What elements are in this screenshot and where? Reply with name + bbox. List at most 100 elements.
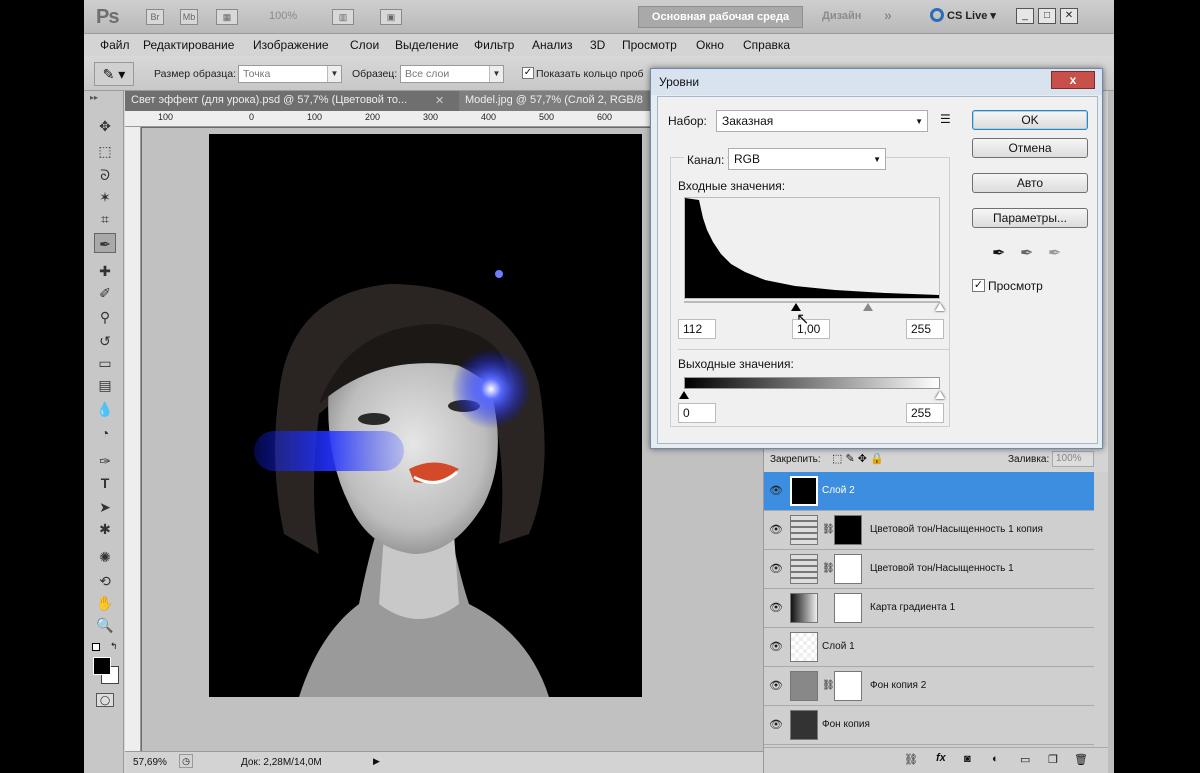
menu-select[interactable]: Выделение <box>395 38 459 52</box>
fill-input[interactable]: 100% <box>1052 451 1094 467</box>
menu-window[interactable]: Окно <box>696 38 724 52</box>
add-mask-icon[interactable]: ◙ <box>964 753 971 765</box>
output-white-slider[interactable] <box>935 391 945 399</box>
preview-checkbox[interactable]: ✓ <box>972 279 985 292</box>
link-layers-icon[interactable]: ⛓ <box>904 753 918 766</box>
visibility-eye-icon[interactable]: 👁 <box>768 640 784 654</box>
lasso-tool-icon[interactable]: ᘐ <box>94 165 116 185</box>
menu-view[interactable]: Просмотр <box>622 38 677 52</box>
input-black-field[interactable]: 112 <box>678 319 716 339</box>
preset-select[interactable]: Заказная ▼ <box>716 110 928 132</box>
white-point-eyedropper-icon[interactable]: ✒ <box>1048 243 1061 263</box>
screen-mode-icon[interactable]: ▣ <box>380 9 402 25</box>
group-icon[interactable]: ▭ <box>1020 753 1030 766</box>
collapse-icon[interactable]: ▸▸ <box>90 93 98 102</box>
layer-row[interactable]: 👁 Карта градиента 1 <box>764 589 1094 628</box>
input-gamma-slider[interactable] <box>863 303 873 311</box>
status-zoom[interactable]: 57,69% <box>133 757 167 768</box>
default-colors-icon[interactable] <box>92 643 100 651</box>
healing-brush-tool-icon[interactable]: ✚ <box>94 261 116 281</box>
sample-select[interactable]: Все слои ▼ <box>400 65 504 83</box>
layer-row[interactable]: 👁 ⛓ Фон копия 2 <box>764 667 1094 706</box>
brush-tool-icon[interactable]: ✐ <box>94 283 116 303</box>
menu-help[interactable]: Справка <box>743 38 790 52</box>
eyedropper-tool-icon[interactable]: ✒ <box>94 233 116 253</box>
options-button[interactable]: Параметры... <box>972 208 1088 228</box>
preset-options-icon[interactable]: ☰ <box>940 112 951 126</box>
show-ring-checkbox[interactable]: ✓ <box>522 67 534 79</box>
foreground-color-swatch[interactable] <box>93 657 111 675</box>
stamp-tool-icon[interactable]: ⚲ <box>94 307 116 327</box>
history-brush-tool-icon[interactable]: ↺ <box>94 331 116 351</box>
eyedropper-preset-icon[interactable]: ✎ ▾ <box>94 62 134 86</box>
dodge-tool-icon[interactable]: ◔ <box>94 423 116 443</box>
input-white-field[interactable]: 255 <box>906 319 944 339</box>
magic-wand-tool-icon[interactable]: ✶ <box>94 187 116 207</box>
input-slider-track[interactable] <box>684 301 940 303</box>
3d-orbit-tool-icon[interactable]: ⟲ <box>94 571 116 591</box>
arrange-icon[interactable]: ▥ <box>332 9 354 25</box>
menu-edit[interactable]: Редактирование <box>143 38 234 52</box>
ok-button[interactable]: OK <box>972 110 1088 130</box>
eraser-tool-icon[interactable]: ▭ <box>94 353 116 373</box>
layer-row[interactable]: 👁 ⛓ Цветовой тон/Насыщенность 1 копия <box>764 511 1094 550</box>
gradient-tool-icon[interactable]: ▤ <box>94 375 116 395</box>
3d-rotate-tool-icon[interactable]: ✺ <box>94 547 116 567</box>
move-tool-icon[interactable]: ✥ <box>94 116 116 136</box>
mini-bridge-icon[interactable]: Mb <box>180 9 198 25</box>
gray-point-eyedropper-icon[interactable]: ✒ <box>1020 243 1033 263</box>
visibility-eye-icon[interactable]: 👁 <box>768 562 784 576</box>
visibility-eye-icon[interactable]: 👁 <box>768 718 784 732</box>
channel-select[interactable]: RGB ▼ <box>728 148 886 170</box>
visibility-eye-icon[interactable]: 👁 <box>768 484 784 498</box>
visibility-eye-icon[interactable]: 👁 <box>768 601 784 615</box>
view-extras-icon[interactable]: ▦ <box>216 9 238 25</box>
maximize-button[interactable]: □ <box>1038 8 1056 24</box>
status-arrow-icon[interactable]: ▶ <box>373 756 380 767</box>
layer-row[interactable]: 👁 Слой 1 <box>764 628 1094 667</box>
canvas-image[interactable] <box>209 134 642 697</box>
new-layer-icon[interactable]: ❐ <box>1048 753 1058 766</box>
minimize-button[interactable]: _ <box>1016 8 1034 24</box>
quick-mask-icon[interactable]: ◯ <box>96 693 114 707</box>
layer-row[interactable]: 👁 Слой 2 <box>764 472 1094 511</box>
visibility-eye-icon[interactable]: 👁 <box>768 523 784 537</box>
auto-button[interactable]: Авто <box>972 173 1088 193</box>
menu-3d[interactable]: 3D <box>590 38 605 52</box>
blur-tool-icon[interactable]: 💧 <box>94 399 116 419</box>
layer-row[interactable]: 👁 ⛓ Цветовой тон/Насыщенность 1 <box>764 550 1094 589</box>
adjustment-layer-icon[interactable]: ◐ <box>992 753 999 765</box>
bridge-icon[interactable]: Br <box>146 9 164 25</box>
path-selection-tool-icon[interactable]: ➤ <box>94 497 116 517</box>
pen-tool-icon[interactable]: ✑ <box>94 451 116 471</box>
swap-colors-icon[interactable]: ↰ <box>110 641 118 652</box>
output-white-field[interactable]: 255 <box>906 403 944 423</box>
crop-tool-icon[interactable]: ⌗ <box>94 209 116 229</box>
workspace-button[interactable]: Основная рабочая среда <box>638 6 803 28</box>
black-point-eyedropper-icon[interactable]: ✒ <box>992 243 1005 263</box>
panel-scrollbar[interactable] <box>1108 91 1114 773</box>
shape-tool-icon[interactable]: ✱ <box>94 519 116 539</box>
zoom-level[interactable]: 100% <box>269 10 297 22</box>
tab-close-icon[interactable]: ✕ <box>435 94 444 107</box>
lock-icons[interactable]: ⬚ ✎ ✥ 🔒 <box>832 452 884 465</box>
menu-filter[interactable]: Фильтр <box>474 38 514 52</box>
menu-layers[interactable]: Слои <box>350 38 379 52</box>
workspace-design[interactable]: Дизайн <box>822 10 861 22</box>
visibility-eye-icon[interactable]: 👁 <box>768 679 784 693</box>
layer-row[interactable]: 👁 Фон копия <box>764 706 1094 745</box>
workspace-more[interactable]: » <box>884 7 892 23</box>
close-window-button[interactable]: ✕ <box>1060 8 1078 24</box>
menu-analysis[interactable]: Анализ <box>532 38 573 52</box>
status-icon[interactable]: ◷ <box>179 754 193 768</box>
type-tool-icon[interactable]: T <box>94 473 116 493</box>
output-black-slider[interactable] <box>679 391 689 399</box>
input-white-slider[interactable] <box>935 303 945 311</box>
sample-size-select[interactable]: Точка ▼ <box>238 65 342 83</box>
menu-image[interactable]: Изображение <box>253 38 329 52</box>
menu-file[interactable]: Файл <box>100 38 130 52</box>
delete-layer-icon[interactable]: 🗑 <box>1074 753 1088 766</box>
output-black-field[interactable]: 0 <box>678 403 716 423</box>
dialog-close-button[interactable]: x <box>1051 71 1095 89</box>
cs-live-button[interactable]: CS Live ▾ <box>930 8 996 22</box>
